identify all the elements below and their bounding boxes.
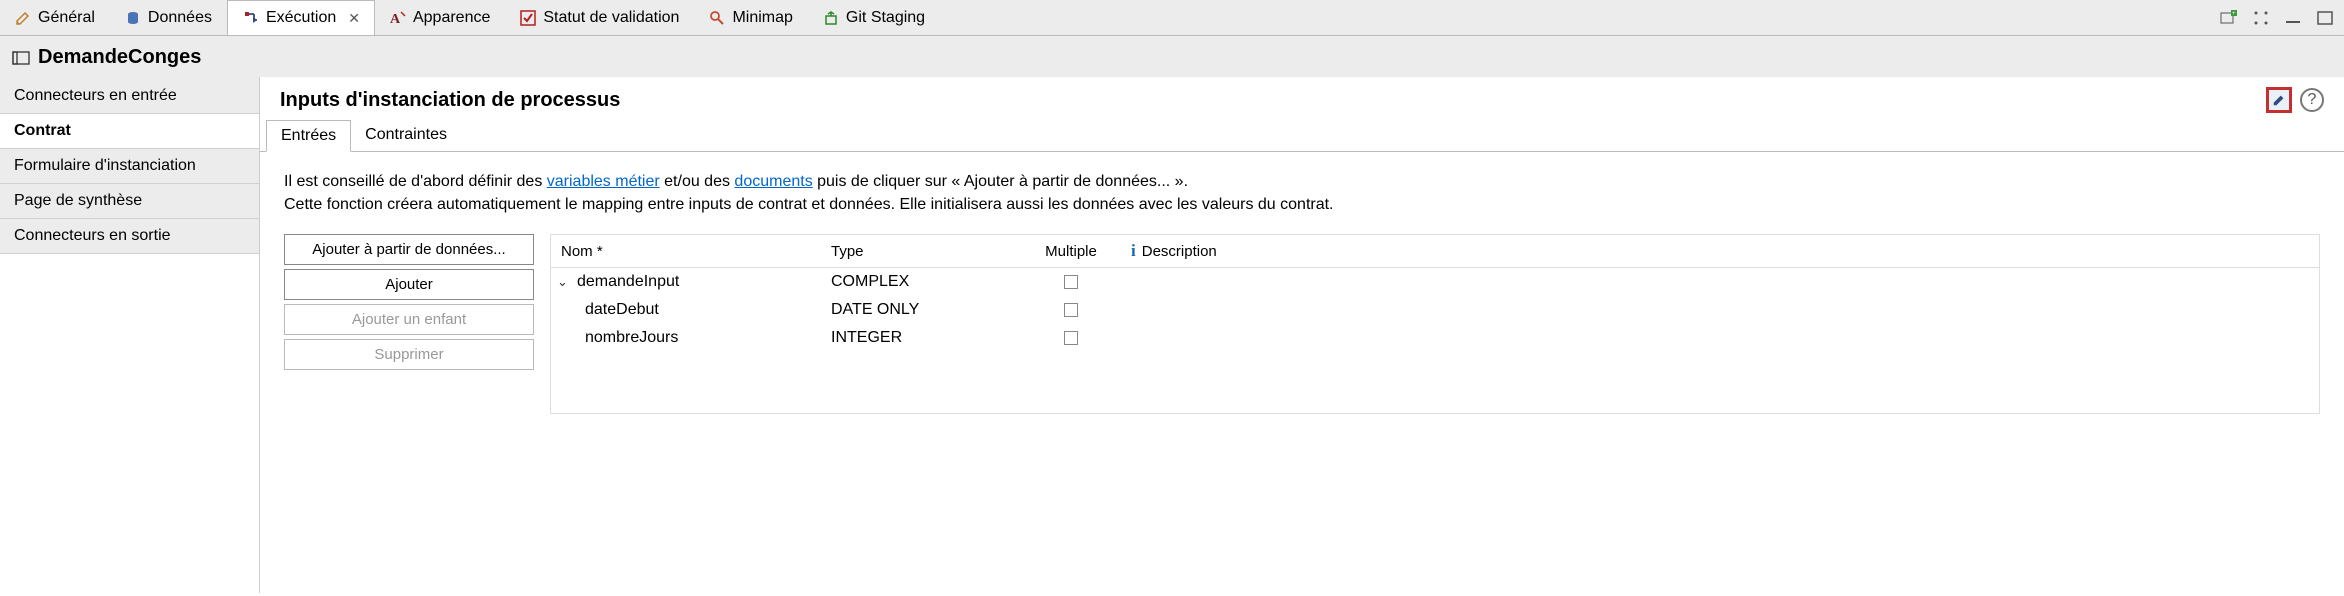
cell-type: DATE ONLY <box>831 301 919 319</box>
sidebar-item-label: Connecteurs en entrée <box>14 87 177 104</box>
checkbox-multiple[interactable] <box>1064 331 1078 345</box>
cell-type: COMPLEX <box>831 273 909 291</box>
subtab-inputs[interactable]: Entrées <box>266 120 351 152</box>
sidebar-item-label: Formulaire d'instanciation <box>14 157 196 174</box>
pool-icon <box>12 49 30 67</box>
cell-name: dateDebut <box>585 301 659 319</box>
link-business-variables[interactable]: variables métier <box>547 173 660 190</box>
column-header-multiple[interactable]: Multiple <box>1021 235 1121 267</box>
sidebar-item-contract[interactable]: Contrat <box>0 114 259 149</box>
tab-minimap[interactable]: Minimap <box>694 0 807 35</box>
subtab-label: Entrées <box>281 127 336 144</box>
sidebar-item-instantiation-form[interactable]: Formulaire d'instanciation <box>0 149 259 184</box>
tab-appearance[interactable]: A Apparence <box>375 0 505 35</box>
tab-label: Statut de validation <box>543 9 679 27</box>
help-icon[interactable]: ? <box>2300 88 2324 112</box>
font-icon: A <box>389 9 407 27</box>
tab-validation[interactable]: Statut de validation <box>505 0 694 35</box>
magnifier-icon <box>708 9 726 27</box>
execute-icon <box>242 9 260 27</box>
table-row[interactable]: nombreJours INTEGER <box>551 324 2319 352</box>
checkbox-multiple[interactable] <box>1064 303 1078 317</box>
minimize-icon[interactable] <box>2284 9 2302 27</box>
chevron-down-icon[interactable]: ⌄ <box>557 274 571 290</box>
info-icon: i <box>1131 241 1136 261</box>
sidebar-item-label: Contrat <box>14 122 71 139</box>
table-row[interactable]: dateDebut DATE ONLY <box>551 296 2319 324</box>
sidebar-item-label: Connecteurs en sortie <box>14 227 171 244</box>
delete-button[interactable]: Supprimer <box>284 339 534 370</box>
button-label: Ajouter <box>385 276 433 293</box>
subtab-row: Entrées Contraintes <box>260 119 2344 152</box>
sidebar-item-label: Page de synthèse <box>14 192 142 209</box>
add-child-button[interactable]: Ajouter un enfant <box>284 304 534 335</box>
pencil-icon <box>14 9 32 27</box>
button-label: Supprimer <box>374 346 443 363</box>
tab-git-staging[interactable]: Git Staging <box>808 0 940 35</box>
tab-execution[interactable]: Exécution ✕ <box>227 0 375 35</box>
help-text: Il est conseillé de d'abord définir des … <box>284 170 2320 216</box>
main-tab-bar: Général Données Exécution ✕ A Apparence … <box>0 0 2344 36</box>
editor-title-text: DemandeConges <box>38 46 201 69</box>
git-icon <box>822 9 840 27</box>
cell-name: nombreJours <box>585 329 678 347</box>
svg-text:A: A <box>390 12 401 26</box>
checkbox-icon <box>519 9 537 27</box>
sidebar-item-connectors-in[interactable]: Connecteurs en entrée <box>0 79 259 114</box>
tab-label: Exécution <box>266 9 336 27</box>
svg-text:+: + <box>2232 11 2236 17</box>
table-row[interactable]: ⌄ demandeInput COMPLEX <box>551 268 2319 296</box>
tab-label: Données <box>148 9 212 27</box>
subtab-label: Contraintes <box>365 126 447 143</box>
column-header-description[interactable]: iDescription <box>1121 235 2319 267</box>
add-button[interactable]: Ajouter <box>284 269 534 300</box>
button-label: Ajouter à partir de données... <box>312 241 505 258</box>
close-icon[interactable]: ✕ <box>348 10 360 27</box>
view-menu-icon[interactable] <box>2252 9 2270 27</box>
cell-type: INTEGER <box>831 329 902 347</box>
sidebar-item-connectors-out[interactable]: Connecteurs en sortie <box>0 219 259 254</box>
tab-label: Apparence <box>413 9 490 27</box>
tab-label: Git Staging <box>846 9 925 27</box>
subtab-constraints[interactable]: Contraintes <box>351 120 461 152</box>
panel-title: Inputs d'instanciation de processus <box>280 89 2266 112</box>
add-from-data-button[interactable]: Ajouter à partir de données... <box>284 234 534 265</box>
cylinder-icon <box>124 9 142 27</box>
tab-label: Général <box>38 9 95 27</box>
button-label: Ajouter un enfant <box>352 311 466 328</box>
sidebar-item-overview-page[interactable]: Page de synthèse <box>0 184 259 219</box>
column-header-type[interactable]: Type <box>821 235 1021 267</box>
new-view-icon[interactable]: + <box>2220 9 2238 27</box>
maximize-icon[interactable] <box>2316 9 2334 27</box>
section-sidebar: Connecteurs en entrée Contrat Formulaire… <box>0 77 260 593</box>
tab-data[interactable]: Données <box>110 0 227 35</box>
edit-icon[interactable] <box>2266 87 2292 113</box>
tab-bar-actions: + <box>2220 9 2344 27</box>
column-header-name[interactable]: Nom * <box>551 235 821 267</box>
tab-general[interactable]: Général <box>0 0 110 35</box>
tab-label: Minimap <box>732 9 792 27</box>
link-documents[interactable]: documents <box>734 173 812 190</box>
cell-name: demandeInput <box>577 273 679 291</box>
inputs-table: Nom * Type Multiple iDescription ⌄ demand… <box>550 234 2320 414</box>
editor-title: DemandeConges <box>0 36 2344 77</box>
checkbox-multiple[interactable] <box>1064 275 1078 289</box>
